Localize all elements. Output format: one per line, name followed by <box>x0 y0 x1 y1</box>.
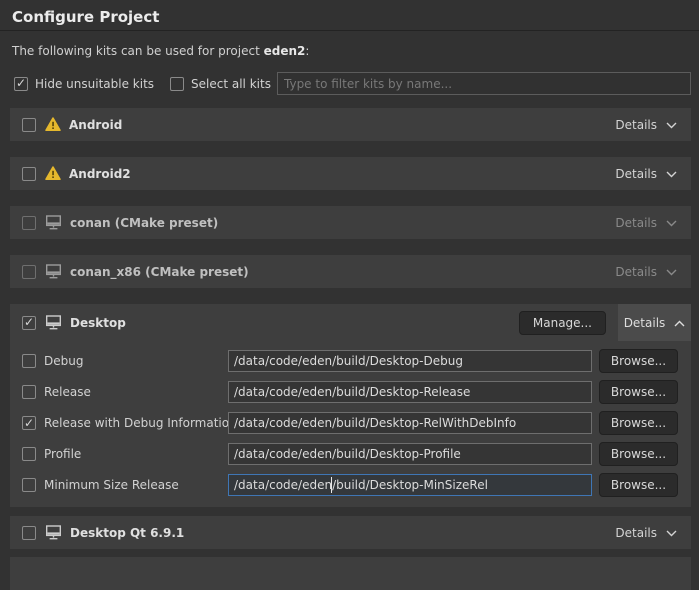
details-toggle[interactable]: Details <box>615 118 677 132</box>
browse-button[interactable]: Browse... <box>599 473 678 497</box>
hide-unsuitable-kits-label: Hide unsuitable kits <box>35 77 154 91</box>
details-label: Details <box>615 526 657 540</box>
select-all-kits-option[interactable]: Select all kits <box>170 77 271 91</box>
kit-checkbox[interactable] <box>22 167 36 181</box>
checkmark-icon: ✓ <box>24 316 34 328</box>
kit-checkbox[interactable] <box>22 118 36 132</box>
kit-name: Android <box>69 118 122 132</box>
kit-row-android[interactable]: Android Details <box>10 108 691 141</box>
build-config-row-debug: Debug Browse... <box>22 350 684 372</box>
kit-name: Desktop Qt 6.9.1 <box>70 526 184 540</box>
chevron-up-icon <box>674 316 685 330</box>
page-title: Configure Project <box>12 8 687 26</box>
details-toggle-expanded[interactable]: Details <box>618 304 691 341</box>
browse-button[interactable]: Browse... <box>599 442 678 466</box>
build-config-option[interactable]: Minimum Size Release <box>22 478 228 492</box>
browse-button[interactable]: Browse... <box>599 411 678 435</box>
build-dir-input[interactable] <box>228 350 592 372</box>
details-toggle[interactable]: Details <box>615 265 677 279</box>
kit-list: Android Details Android2 Details conan (… <box>10 108 691 590</box>
build-config-option[interactable]: ✓ Release with Debug Information <box>22 416 228 430</box>
kit-row-desktop-qt-691[interactable]: Desktop Qt 6.9.1 Details <box>10 516 691 549</box>
kit-checkbox[interactable] <box>22 265 36 279</box>
build-config-row-release: Release Browse... <box>22 381 684 403</box>
hide-unsuitable-kits-option[interactable]: ✓ Hide unsuitable kits <box>14 77 154 91</box>
details-toggle[interactable]: Details <box>615 167 677 181</box>
select-all-kits-label: Select all kits <box>191 77 271 91</box>
page-header: Configure Project <box>0 0 699 31</box>
build-dir-input[interactable] <box>228 381 592 403</box>
kit-checkbox[interactable]: ✓ <box>22 316 36 330</box>
kit-row-android2[interactable]: Android2 Details <box>10 157 691 190</box>
select-all-kits-checkbox[interactable] <box>170 77 184 91</box>
kit-name: conan_x86 (CMake preset) <box>70 265 249 279</box>
details-toggle[interactable]: Details <box>615 216 677 230</box>
kit-filter-input[interactable] <box>277 72 691 95</box>
kit-section-desktop: ✓ Desktop Manage... Details Debug Browse… <box>10 304 691 507</box>
build-dir-input[interactable] <box>228 412 592 434</box>
kit-row-conan[interactable]: conan (CMake preset) Details <box>10 206 691 239</box>
browse-button[interactable]: Browse... <box>599 380 678 404</box>
build-config-checkbox[interactable] <box>22 478 36 492</box>
build-config-label: Debug <box>44 354 83 368</box>
build-config-label: Release with Debug Information <box>44 416 237 430</box>
kit-row-desktop[interactable]: ✓ Desktop Manage... Details <box>10 304 691 341</box>
kit-checkbox[interactable] <box>22 526 36 540</box>
build-config-option[interactable]: Debug <box>22 354 228 368</box>
details-label: Details <box>615 167 657 181</box>
checkmark-icon: ✓ <box>16 77 26 89</box>
build-dir-input[interactable] <box>228 443 592 465</box>
build-config-row-relwithdebinfo: ✓ Release with Debug Information Browse.… <box>22 412 684 434</box>
details-label: Details <box>615 118 657 132</box>
text-caret <box>331 477 332 493</box>
intro-text: The following kits can be used for proje… <box>12 44 687 59</box>
desktop-icon <box>45 264 62 279</box>
kit-name: Desktop <box>70 316 126 330</box>
build-config-checkbox[interactable] <box>22 447 36 461</box>
kit-name: conan (CMake preset) <box>70 216 218 230</box>
kit-name: Android2 <box>69 167 131 181</box>
build-config-label: Minimum Size Release <box>44 478 179 492</box>
details-label: Details <box>615 216 657 230</box>
checkmark-icon: ✓ <box>24 417 34 429</box>
build-config-row-minsizerel: Minimum Size Release Browse... <box>22 474 684 496</box>
chevron-down-icon <box>666 171 677 178</box>
details-label: Details <box>624 316 666 330</box>
desktop-icon <box>45 215 62 230</box>
intro-suffix: : <box>305 44 309 58</box>
kit-filter-bar: ✓ Hide unsuitable kits Select all kits <box>14 72 691 95</box>
kit-row-conan-x86[interactable]: conan_x86 (CMake preset) Details <box>10 255 691 288</box>
details-toggle[interactable]: Details <box>615 526 677 540</box>
project-name: eden2 <box>264 44 306 58</box>
browse-button[interactable]: Browse... <box>599 349 678 373</box>
manage-kits-button[interactable]: Manage... <box>519 311 606 335</box>
desktop-icon <box>45 315 62 330</box>
warning-icon <box>45 166 61 181</box>
intro-prefix: The following kits can be used for proje… <box>12 44 264 58</box>
desktop-icon <box>45 525 62 540</box>
build-config-checkbox[interactable]: ✓ <box>22 416 36 430</box>
build-config-option[interactable]: Profile <box>22 447 228 461</box>
warning-icon <box>45 117 61 132</box>
chevron-down-icon <box>666 530 677 537</box>
build-config-label: Release <box>44 385 91 399</box>
chevron-down-icon <box>666 269 677 276</box>
build-config-checkbox[interactable] <box>22 354 36 368</box>
build-config-option[interactable]: Release <box>22 385 228 399</box>
hide-unsuitable-kits-checkbox[interactable]: ✓ <box>14 77 28 91</box>
build-dir-input-focused[interactable] <box>228 474 592 496</box>
details-label: Details <box>615 265 657 279</box>
build-config-checkbox[interactable] <box>22 385 36 399</box>
chevron-down-icon <box>666 122 677 129</box>
chevron-down-icon <box>666 220 677 227</box>
build-config-label: Profile <box>44 447 81 461</box>
kit-checkbox[interactable] <box>22 216 36 230</box>
build-config-row-profile: Profile Browse... <box>22 443 684 465</box>
